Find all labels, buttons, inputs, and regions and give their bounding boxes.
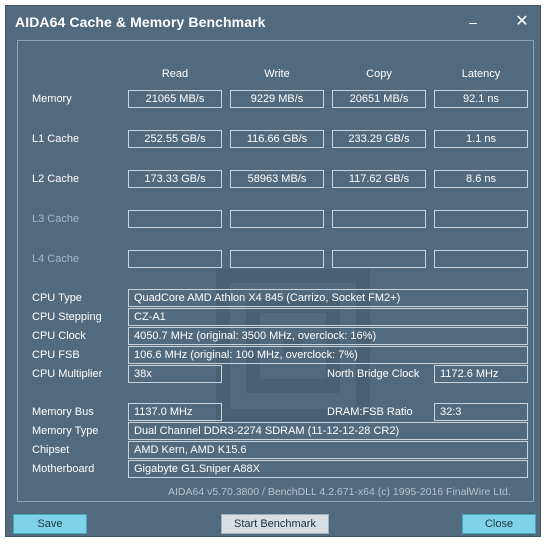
cpu-multiplier-value: 38x bbox=[128, 365, 222, 383]
l1-read-value: 252.55 GB/s bbox=[128, 130, 222, 148]
row-label-l3-cache: L3 Cache bbox=[32, 213, 80, 225]
north-bridge-clock-value: 1172.6 MHz bbox=[434, 365, 528, 383]
cpu-fsb-label: CPU FSB bbox=[32, 349, 80, 361]
l2-read-value: 173.33 GB/s bbox=[128, 170, 222, 188]
l4-latency-value bbox=[434, 250, 528, 268]
cpu-stepping-value: CZ-A1 bbox=[128, 308, 528, 326]
minimize-icon[interactable]: – bbox=[462, 12, 484, 32]
l1-latency-value: 1.1 ns bbox=[434, 130, 528, 148]
cpu-clock-value: 4050.7 MHz (original: 3500 MHz, overcloc… bbox=[128, 327, 528, 345]
l3-copy-value bbox=[332, 210, 426, 228]
l1-write-value: 116.66 GB/s bbox=[230, 130, 324, 148]
cpu-clock-label: CPU Clock bbox=[32, 330, 86, 342]
row-label-l4-cache: L4 Cache bbox=[32, 253, 80, 265]
memory-latency-value: 92.1 ns bbox=[434, 90, 528, 108]
memory-type-label: Memory Type bbox=[32, 425, 99, 437]
memory-type-value: Dual Channel DDR3-2274 SDRAM (11-12-12-2… bbox=[128, 422, 528, 440]
motherboard-value: Gigabyte G1.Sniper A88X bbox=[128, 460, 528, 478]
l4-copy-value bbox=[332, 250, 426, 268]
column-header-latency: Latency bbox=[461, 68, 501, 80]
l3-write-value bbox=[230, 210, 324, 228]
l4-write-value bbox=[230, 250, 324, 268]
benchmark-window: AIDA64 Cache & Memory Benchmark – ✕ Read… bbox=[5, 5, 541, 537]
save-button[interactable]: Save bbox=[13, 514, 87, 534]
dram-fsb-ratio-value: 32:3 bbox=[434, 403, 528, 421]
l2-write-value: 58963 MB/s bbox=[230, 170, 324, 188]
l2-latency-value: 8.6 ns bbox=[434, 170, 528, 188]
l2-copy-value: 117.62 GB/s bbox=[332, 170, 426, 188]
row-label-l2-cache: L2 Cache bbox=[32, 173, 80, 185]
column-header-copy: Copy bbox=[366, 68, 392, 80]
l3-read-value bbox=[128, 210, 222, 228]
row-label-l1-cache: L1 Cache bbox=[32, 133, 80, 145]
north-bridge-clock-label: North Bridge Clock bbox=[327, 368, 420, 380]
window-title: AIDA64 Cache & Memory Benchmark bbox=[15, 14, 266, 30]
cpu-fsb-value: 106.6 MHz (original: 100 MHz, overclock:… bbox=[128, 346, 528, 364]
l3-latency-value bbox=[434, 210, 528, 228]
chipset-label: Chipset bbox=[32, 444, 70, 456]
cpu-type-label: CPU Type bbox=[32, 292, 82, 304]
results-panel: Read Write Copy Latency Memory 21065 MB/… bbox=[17, 40, 534, 502]
column-header-write: Write bbox=[264, 68, 290, 80]
memory-read-value: 21065 MB/s bbox=[128, 90, 222, 108]
l1-copy-value: 233.29 GB/s bbox=[332, 130, 426, 148]
cpu-multiplier-label: CPU Multiplier bbox=[32, 368, 103, 380]
version-footer: AIDA64 v5.70.3800 / BenchDLL 4.2.671-x64… bbox=[168, 486, 511, 498]
chipset-value: AMD Kern, AMD K15.6 bbox=[128, 441, 528, 459]
memory-copy-value: 20651 MB/s bbox=[332, 90, 426, 108]
motherboard-label: Motherboard bbox=[32, 463, 95, 475]
column-header-read: Read bbox=[161, 68, 189, 80]
cpu-stepping-label: CPU Stepping bbox=[32, 311, 102, 323]
cpu-type-value: QuadCore AMD Athlon X4 845 (Carrizo, Soc… bbox=[128, 289, 528, 307]
start-benchmark-button[interactable]: Start Benchmark bbox=[221, 514, 329, 534]
row-label-memory: Memory bbox=[32, 93, 72, 105]
memory-bus-label: Memory Bus bbox=[32, 406, 94, 418]
memory-bus-value: 1137.0 MHz bbox=[128, 403, 222, 421]
memory-write-value: 9229 MB/s bbox=[230, 90, 324, 108]
close-button[interactable]: Close bbox=[462, 514, 536, 534]
dram-fsb-ratio-label: DRAM:FSB Ratio bbox=[327, 406, 413, 418]
l4-read-value bbox=[128, 250, 222, 268]
close-icon[interactable]: ✕ bbox=[511, 12, 533, 32]
